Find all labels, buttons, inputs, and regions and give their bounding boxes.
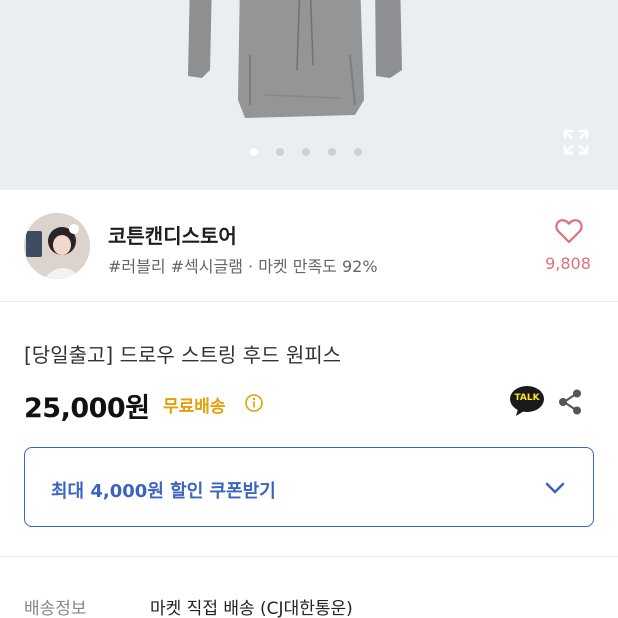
talk-button[interactable]: TALK [509, 385, 545, 417]
expand-icon[interactable] [562, 128, 590, 156]
free-shipping-badge: 무료배송 [163, 397, 226, 417]
coupon-label: 최대 4,000원 할인 쿠폰받기 [51, 481, 276, 502]
product-image-gallery[interactable] [0, 0, 618, 190]
coupon-button[interactable]: 최대 4,000원 할인 쿠폰받기 [24, 447, 594, 527]
section-divider [0, 556, 618, 557]
share-icon[interactable] [556, 388, 584, 416]
gallery-dot[interactable] [302, 148, 310, 156]
gallery-dot[interactable] [354, 148, 362, 156]
gallery-pagination [250, 148, 362, 156]
gallery-dot[interactable] [276, 148, 284, 156]
gallery-dot[interactable] [328, 148, 336, 156]
product-title: [당일출고] 드로우 스트링 후드 원피스 [24, 343, 342, 367]
shop-name[interactable]: 코튼캔디스토어 [108, 220, 237, 249]
product-price: 25,000원 [24, 393, 150, 424]
info-icon[interactable] [244, 393, 264, 413]
shop-avatar[interactable] [24, 213, 90, 279]
heart-icon[interactable] [555, 218, 583, 244]
like-count: 9,808 [545, 254, 591, 273]
like-button[interactable] [546, 218, 592, 248]
shop-tags: #러블리 #섹시글램 · 마켓 만족도 92% [108, 257, 378, 276]
delivery-label: 배송정보 [24, 599, 87, 618]
delivery-value: 마켓 직접 배송 (CJ대한통운) [150, 599, 353, 618]
shop-info[interactable]: 코튼캔디스토어 #러블리 #섹시글램 · 마켓 만족도 92% 9,808 [0, 190, 618, 302]
product-image [188, 0, 402, 118]
talk-label: TALK [514, 393, 540, 403]
gallery-dot[interactable] [250, 148, 258, 156]
chevron-down-icon [545, 482, 565, 494]
